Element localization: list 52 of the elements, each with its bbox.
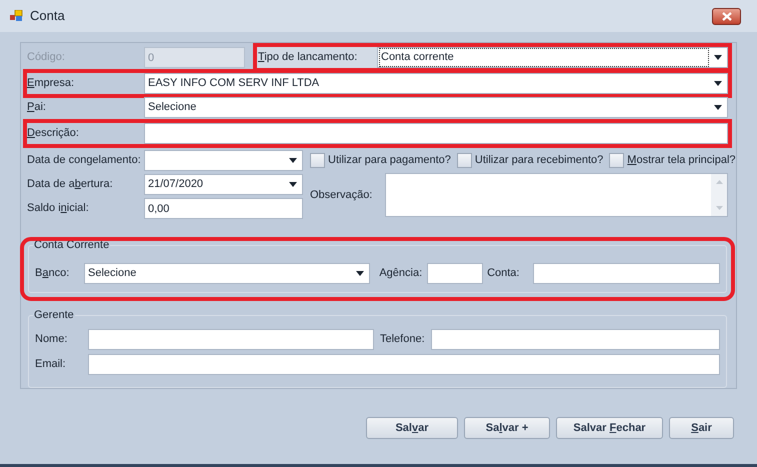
field-label: Agência: [379, 266, 424, 281]
caret-icon [289, 158, 297, 163]
close-icon [722, 12, 732, 20]
action-button[interactable]: Salvar [366, 417, 458, 439]
caret-icon [714, 81, 722, 86]
input-field[interactable] [88, 329, 374, 350]
field-label: Saldo inicial: [27, 201, 90, 216]
input-field[interactable]: 0,00 [144, 198, 303, 219]
checkbox[interactable] [456, 153, 472, 168]
checkbox[interactable] [310, 153, 325, 168]
window-title: Conta [30, 7, 65, 26]
field-label: Pai: [27, 100, 47, 116]
field-label: Data de congelamento: [27, 153, 142, 168]
field-label: Telefone: [380, 332, 426, 348]
field-label: Banco: [35, 266, 70, 281]
input-field[interactable] [427, 262, 484, 284]
field-label: Email: [35, 357, 67, 372]
caret-icon [714, 105, 722, 110]
input-field[interactable] [533, 262, 720, 284]
dropdown[interactable]: Selecione [84, 262, 370, 284]
close-button[interactable] [712, 8, 741, 24]
field-label: Descrição: [27, 126, 80, 142]
up-arrow-icon [716, 180, 722, 184]
scrollbar[interactable] [711, 174, 727, 216]
date-picker[interactable] [144, 150, 303, 171]
field-label: Conta: [487, 266, 520, 281]
checkbox-label: Utilizar para recebimento? [474, 153, 604, 168]
field-label: Tipo de lancamento: [257, 50, 358, 66]
input-field[interactable] [431, 329, 720, 350]
checkbox-label: Utilizar para pagamento? [328, 153, 451, 168]
text-area[interactable] [385, 173, 728, 217]
input-field[interactable] [88, 354, 720, 375]
caret-icon [289, 182, 297, 187]
field-label: Código: [27, 50, 66, 66]
dropdown[interactable]: Selecione [144, 97, 728, 118]
dropdown[interactable]: Conta corrente [377, 47, 728, 68]
input-field[interactable] [144, 123, 728, 144]
down-arrow-icon [716, 206, 722, 210]
window-icon [10, 10, 24, 22]
field-label: Nome: [35, 332, 68, 348]
action-button[interactable]: Salvar Fechar [556, 417, 663, 439]
field-label: Data de abertura: [27, 177, 114, 192]
field-label: Empresa: [27, 76, 76, 92]
caret-icon [714, 55, 722, 60]
checkbox[interactable] [609, 153, 624, 168]
checkbox-label: Mostrar tela principal? [627, 153, 736, 168]
action-button[interactable]: Salvar + [464, 417, 550, 439]
dropdown[interactable]: EASY INFO COM SERV INF LTDA [144, 73, 728, 94]
caret-icon [356, 270, 364, 276]
action-button[interactable]: Sair [669, 417, 734, 439]
field-label: Observação: [310, 188, 374, 203]
date-picker[interactable]: 21/07/2020 [144, 174, 303, 195]
